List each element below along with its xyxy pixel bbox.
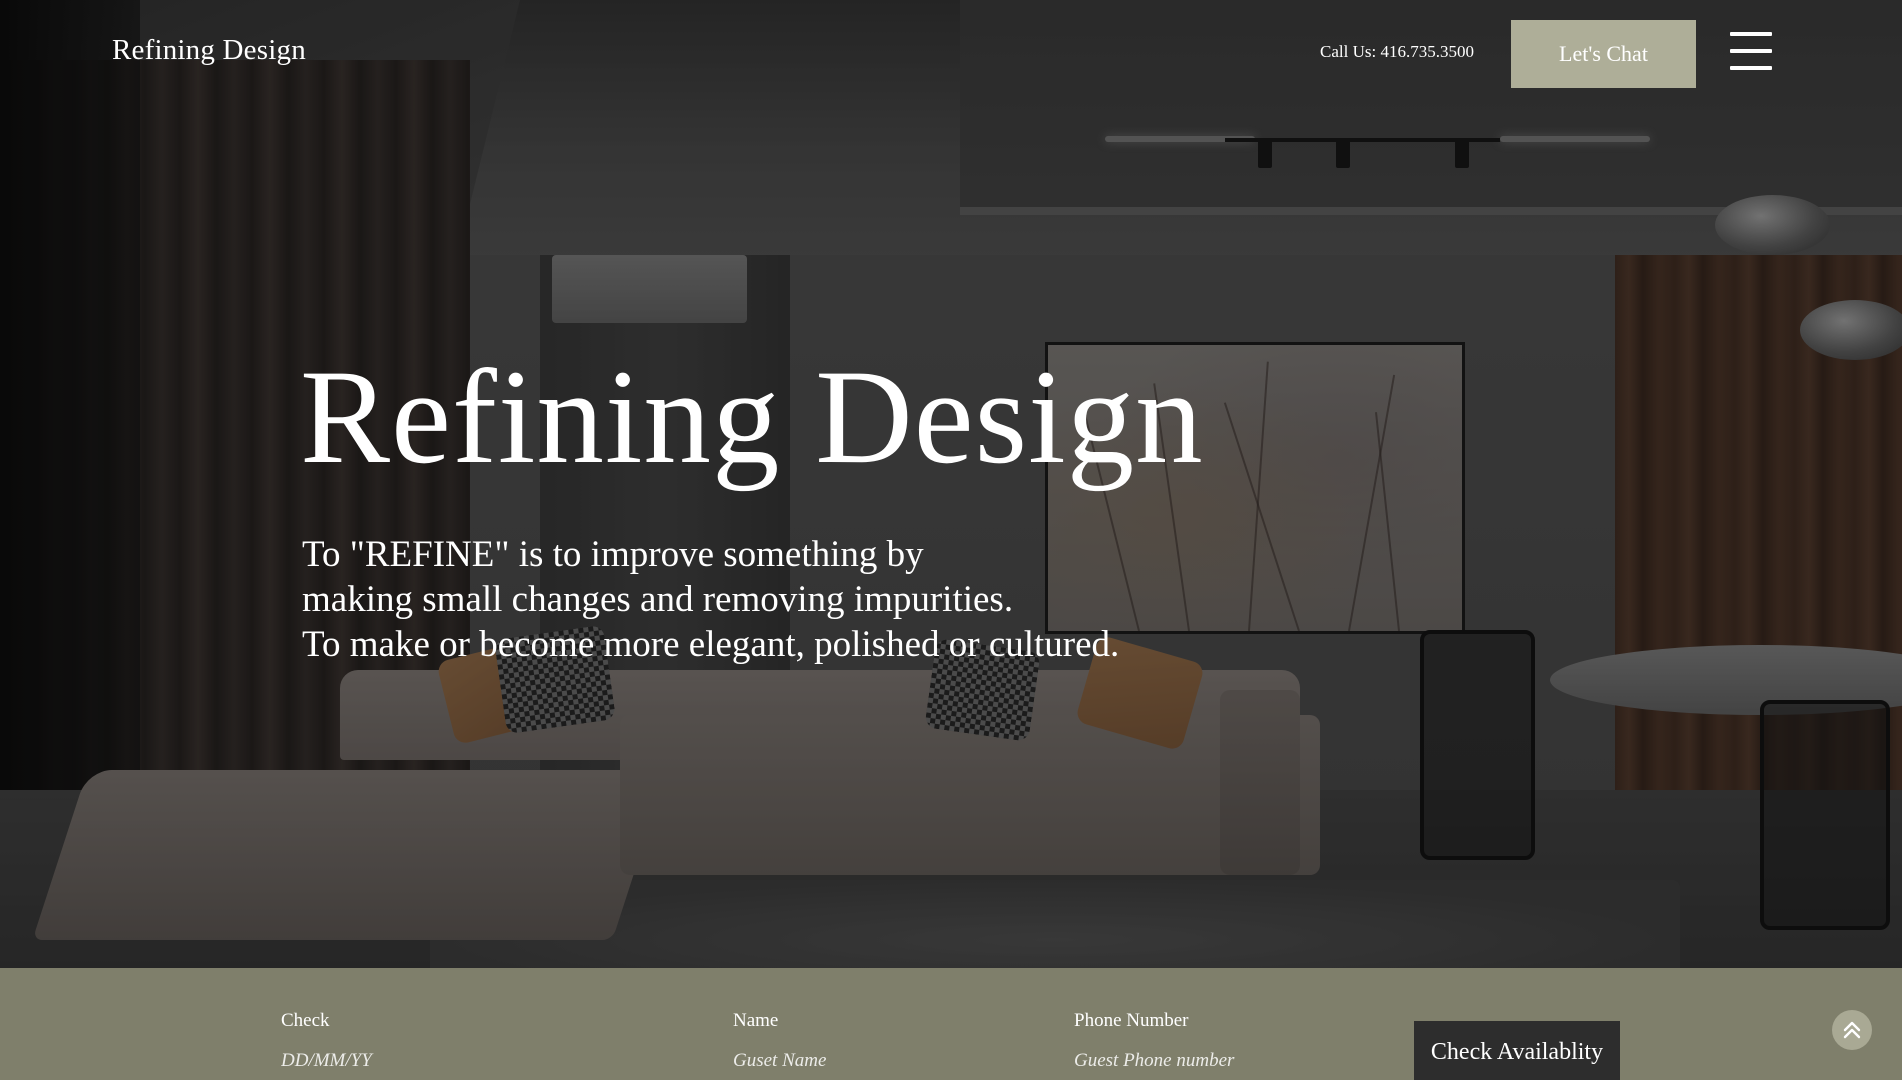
guest-phone-input[interactable] (1074, 1050, 1354, 1072)
call-us-phone[interactable]: Call Us: 416.735.3500 (1320, 42, 1474, 62)
hero-description: To "REFINE" is to improve something by m… (302, 532, 1119, 667)
hamburger-menu-icon[interactable] (1730, 32, 1772, 70)
guest-name-input[interactable] (733, 1050, 1013, 1072)
hero-description-line: To make or become more elegant, polished… (302, 624, 1120, 665)
phone-label: Phone Number (1074, 1010, 1189, 1031)
check-field: Check (281, 1010, 561, 1072)
check-availability-button[interactable]: Check Availablity (1414, 1021, 1620, 1080)
phone-field: Phone Number (1074, 1010, 1354, 1072)
hero-title: Refining Design (300, 343, 1204, 492)
site-logo[interactable]: Refining Design (112, 34, 306, 67)
name-field: Name (733, 1010, 1013, 1072)
check-label: Check (281, 1010, 330, 1031)
check-date-input[interactable] (281, 1050, 561, 1072)
scroll-top-button[interactable] (1832, 1010, 1872, 1050)
lets-chat-button[interactable]: Let's Chat (1511, 20, 1696, 88)
chevron-double-up-icon (1843, 1021, 1861, 1039)
hero-description-line: making small changes and removing impuri… (302, 579, 1014, 620)
hero-description-line: To "REFINE" is to improve something by (302, 534, 924, 575)
name-label: Name (733, 1010, 779, 1031)
